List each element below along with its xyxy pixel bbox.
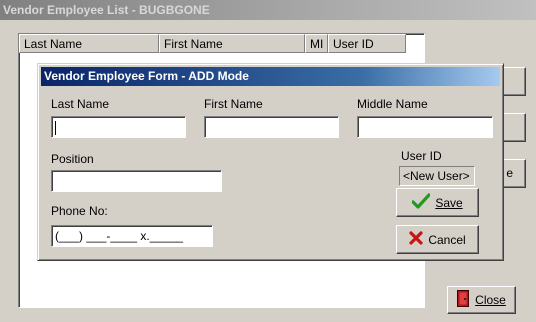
window-title-bar[interactable]: Vendor Employee List - BUGBGONE	[0, 0, 536, 20]
door-exit-icon	[457, 290, 470, 310]
column-first-name[interactable]: First Name	[159, 34, 305, 53]
close-button[interactable]: Close	[447, 286, 516, 314]
user-id-label: User ID	[401, 149, 442, 163]
save-button[interactable]: Save	[396, 188, 479, 217]
vendor-employee-dialog: Vendor Employee Form - ADD Mode Last Nam…	[37, 63, 504, 261]
checkmark-icon	[411, 193, 431, 212]
phone-field[interactable]: (___) ___-____ x._____	[51, 225, 213, 247]
column-mi[interactable]: MI	[305, 34, 328, 53]
last-name-field[interactable]	[51, 116, 186, 138]
column-user-id[interactable]: User ID	[328, 34, 406, 53]
window-title: Vendor Employee List - BUGBGONE	[3, 3, 210, 17]
close-button-label: Close	[475, 293, 506, 307]
cancel-button-label: Cancel	[428, 232, 466, 247]
text-caret	[55, 120, 56, 135]
phone-value: (___) ___-____ x._____	[55, 229, 184, 243]
column-last-name[interactable]: Last Name	[19, 34, 159, 53]
dialog-title: Vendor Employee Form - ADD Mode	[44, 69, 249, 83]
first-name-field[interactable]	[204, 116, 339, 138]
first-name-label: First Name	[204, 97, 263, 111]
position-label: Position	[51, 152, 94, 166]
dialog-title-bar[interactable]: Vendor Employee Form - ADD Mode	[41, 67, 500, 86]
position-field[interactable]	[51, 170, 222, 192]
cancel-button[interactable]: Cancel	[396, 225, 479, 254]
x-icon	[409, 231, 423, 248]
delete-button-label: e	[506, 166, 513, 180]
save-button-label: Save	[435, 195, 463, 210]
middle-name-field[interactable]	[357, 116, 493, 138]
middle-name-label: Middle Name	[357, 97, 428, 111]
phone-label: Phone No:	[51, 204, 108, 218]
last-name-label: Last Name	[51, 97, 110, 111]
user-id-value: <New User>	[399, 166, 475, 186]
list-header: Last Name First Name MI User ID	[19, 34, 406, 53]
